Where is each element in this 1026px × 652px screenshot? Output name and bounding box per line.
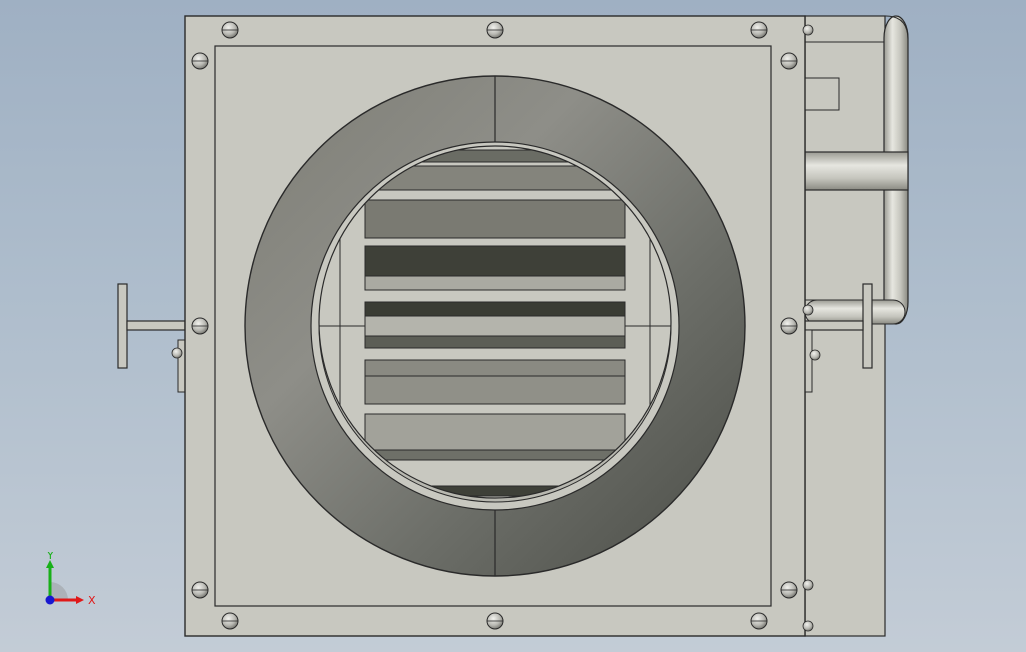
bolt — [750, 612, 768, 630]
bolt — [221, 21, 239, 39]
side-bolt — [809, 349, 821, 361]
slat — [364, 375, 626, 405]
x-axis-label: X — [88, 594, 96, 607]
side-bolt — [802, 304, 814, 316]
y-axis-label: Y — [46, 552, 54, 562]
bolt — [221, 612, 239, 630]
side-bolt — [802, 24, 814, 36]
bolt — [191, 317, 209, 335]
coordinate-triad: Y X — [45, 552, 96, 607]
slat — [364, 275, 626, 291]
side-bolt — [802, 579, 814, 591]
slat — [364, 413, 626, 451]
bolt — [191, 52, 209, 70]
slat — [364, 335, 626, 349]
bolt — [780, 317, 798, 335]
slat — [364, 359, 626, 377]
side-bolt — [802, 620, 814, 632]
slat — [364, 199, 626, 239]
slat — [364, 245, 626, 277]
cad-viewport[interactable]: Y X — [0, 0, 1026, 652]
bolt — [486, 612, 504, 630]
slat — [364, 301, 626, 317]
part-drawing — [117, 15, 909, 637]
bolt — [780, 581, 798, 599]
slat — [364, 315, 626, 337]
bolt — [486, 21, 504, 39]
slat — [364, 449, 626, 461]
bolt — [750, 21, 768, 39]
left-bracket — [117, 283, 186, 393]
bolt — [780, 52, 798, 70]
side-bolt — [171, 347, 183, 359]
z-axis-dot — [45, 595, 55, 605]
bolt — [191, 581, 209, 599]
